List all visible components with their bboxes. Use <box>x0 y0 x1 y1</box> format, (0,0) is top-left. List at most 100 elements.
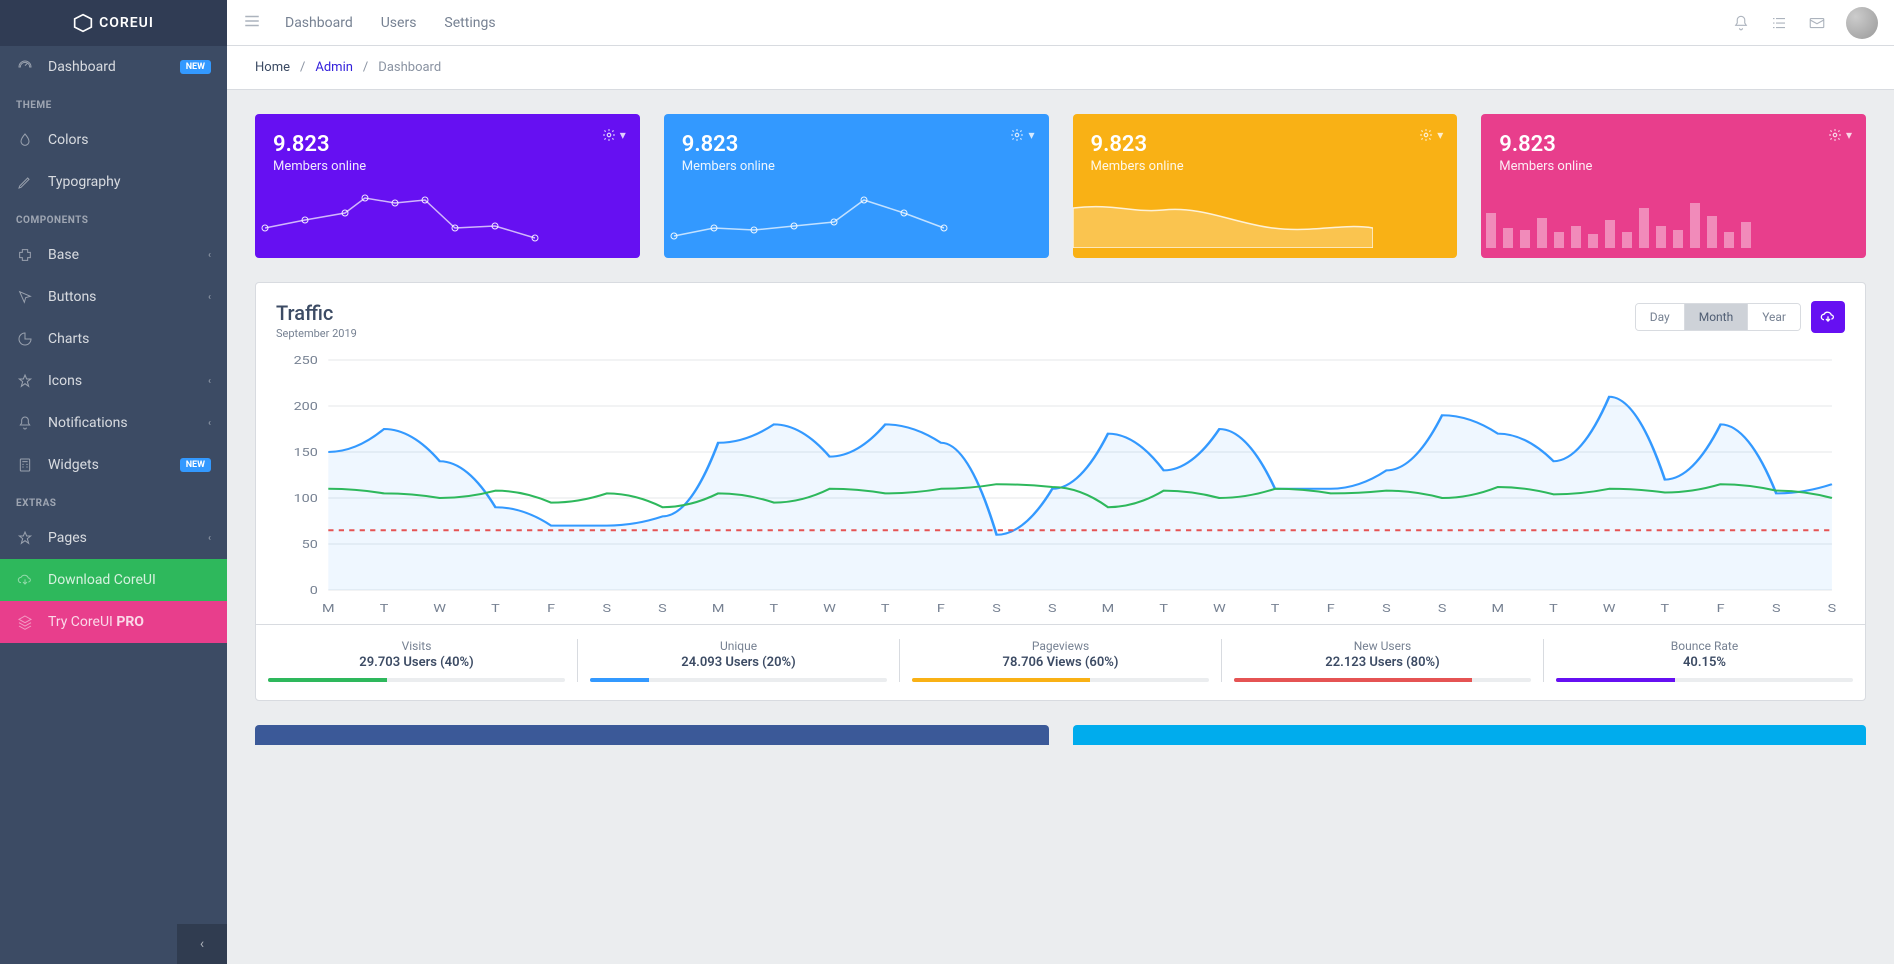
sidebar-item-notifications[interactable]: Notifications ‹ <box>0 402 227 444</box>
puzzle-icon <box>16 246 34 264</box>
download-button[interactable] <box>1811 301 1845 333</box>
star-icon <box>16 372 34 390</box>
social-row <box>255 725 1866 745</box>
card-settings-button[interactable]: ▾ <box>1010 128 1034 142</box>
sidebar-item-label: Icons <box>48 373 82 389</box>
range-day[interactable]: Day <box>1636 304 1685 330</box>
sidebar-item-icons[interactable]: Icons ‹ <box>0 360 227 402</box>
social-card-twitter[interactable] <box>1073 725 1867 745</box>
sidebar-item-charts[interactable]: Charts <box>0 318 227 360</box>
avatar[interactable] <box>1846 7 1878 39</box>
footer-value: 78.706 Views (60%) <box>912 655 1209 670</box>
sidebar-item-try-pro[interactable]: Try CoreUI PRO <box>0 601 227 643</box>
stat-value: 9.823 <box>273 132 622 157</box>
sidebar-minimizer[interactable]: ‹ <box>177 924 227 964</box>
svg-text:T: T <box>1159 603 1168 616</box>
stat-card-2: ▾ 9.823 Members online <box>664 114 1049 258</box>
bell-icon[interactable] <box>1732 14 1750 32</box>
header-nav-dashboard[interactable]: Dashboard <box>285 15 353 31</box>
svg-text:S: S <box>1828 603 1837 616</box>
traffic-subtitle: September 2019 <box>276 327 357 340</box>
chevron-left-icon: ‹ <box>208 376 211 387</box>
chevron-left-icon: ‹ <box>208 292 211 303</box>
card-settings-button[interactable]: ▾ <box>1419 128 1443 142</box>
svg-text:M: M <box>322 603 335 616</box>
menu-toggle-button[interactable] <box>243 12 261 34</box>
new-badge: NEW <box>180 458 211 472</box>
stat-value: 9.823 <box>1499 132 1848 157</box>
svg-text:T: T <box>491 603 500 616</box>
header-nav-users[interactable]: Users <box>381 15 417 31</box>
svg-text:100: 100 <box>294 493 318 506</box>
header-nav: Dashboard Users Settings <box>285 15 496 31</box>
progress <box>268 678 565 682</box>
brand[interactable]: COREUI <box>0 0 227 46</box>
traffic-footer: Visits 29.703 Users (40%) Unique 24.093 … <box>256 624 1865 700</box>
range-month[interactable]: Month <box>1685 304 1748 330</box>
svg-text:S: S <box>1048 603 1057 616</box>
bell-icon <box>16 414 34 432</box>
sidebar-item-dashboard[interactable]: Dashboard NEW <box>0 46 227 88</box>
stat-value: 9.823 <box>682 132 1031 157</box>
footer-label: Pageviews <box>912 639 1209 653</box>
stat-label: Members online <box>273 159 622 174</box>
breadcrumb-home[interactable]: Home <box>255 60 290 75</box>
svg-text:T: T <box>380 603 389 616</box>
svg-text:250: 250 <box>294 355 318 368</box>
sidebar-item-buttons[interactable]: Buttons ‹ <box>0 276 227 318</box>
header-nav-settings[interactable]: Settings <box>444 15 495 31</box>
pencil-icon <box>16 173 34 191</box>
sidebar-item-colors[interactable]: Colors <box>0 119 227 161</box>
svg-text:S: S <box>992 603 1001 616</box>
sparkline <box>664 188 964 248</box>
svg-text:200: 200 <box>294 401 318 414</box>
nav-title-components: COMPONENTS <box>0 203 227 234</box>
traffic-card: Traffic September 2019 Day Month Year <box>255 282 1866 701</box>
sparkline-bars <box>1481 188 1781 248</box>
social-card-facebook[interactable] <box>255 725 1049 745</box>
svg-text:T: T <box>1271 603 1280 616</box>
svg-text:T: T <box>1661 603 1670 616</box>
svg-text:T: T <box>1549 603 1558 616</box>
chevron-left-icon: ‹ <box>208 250 211 261</box>
sidebar-item-download[interactable]: Download CoreUI <box>0 559 227 601</box>
stat-card-4: ▾ 9.823 Members online <box>1481 114 1866 258</box>
sidebar-item-base[interactable]: Base ‹ <box>0 234 227 276</box>
speedometer-icon <box>16 58 34 76</box>
sidebar-item-typography[interactable]: Typography <box>0 161 227 203</box>
gear-icon <box>602 128 616 142</box>
footer-value: 40.15% <box>1556 655 1853 670</box>
svg-text:W: W <box>433 603 446 616</box>
nav-title-theme: THEME <box>0 88 227 119</box>
card-settings-button[interactable]: ▾ <box>602 128 626 142</box>
list-icon[interactable] <box>1770 14 1788 32</box>
sidebar-item-label: Download CoreUI <box>48 572 156 588</box>
footer-label: New Users <box>1234 639 1531 653</box>
footer-value: 24.093 Users (20%) <box>590 655 887 670</box>
breadcrumb-separator: / <box>300 60 305 75</box>
stat-label: Members online <box>682 159 1031 174</box>
footer-label: Visits <box>268 639 565 653</box>
svg-text:M: M <box>1492 603 1505 616</box>
sidebar-item-pages[interactable]: Pages ‹ <box>0 517 227 559</box>
stat-card-1: ▾ 9.823 Members online <box>255 114 640 258</box>
svg-text:50: 50 <box>302 539 318 552</box>
range-year[interactable]: Year <box>1748 304 1800 330</box>
progress <box>912 678 1209 682</box>
brand-text: COREUI <box>99 15 154 31</box>
card-settings-button[interactable]: ▾ <box>1828 128 1852 142</box>
svg-text:M: M <box>712 603 725 616</box>
cursor-icon <box>16 288 34 306</box>
sidebar-item-label: Dashboard <box>48 59 116 75</box>
sidebar-item-widgets[interactable]: Widgets NEW <box>0 444 227 486</box>
svg-text:S: S <box>1382 603 1391 616</box>
new-badge: NEW <box>180 60 211 74</box>
header: Dashboard Users Settings <box>227 0 1894 46</box>
envelope-icon[interactable] <box>1808 14 1826 32</box>
traffic-chart: 050100150200250MTWTFSSMTWTFSSMTWTFSSMTWT… <box>276 350 1845 620</box>
menu-icon <box>243 12 261 30</box>
svg-text:W: W <box>1603 603 1616 616</box>
footer-label: Bounce Rate <box>1556 639 1853 653</box>
footer-value: 29.703 Users (40%) <box>268 655 565 670</box>
breadcrumb-admin[interactable]: Admin <box>315 60 353 75</box>
